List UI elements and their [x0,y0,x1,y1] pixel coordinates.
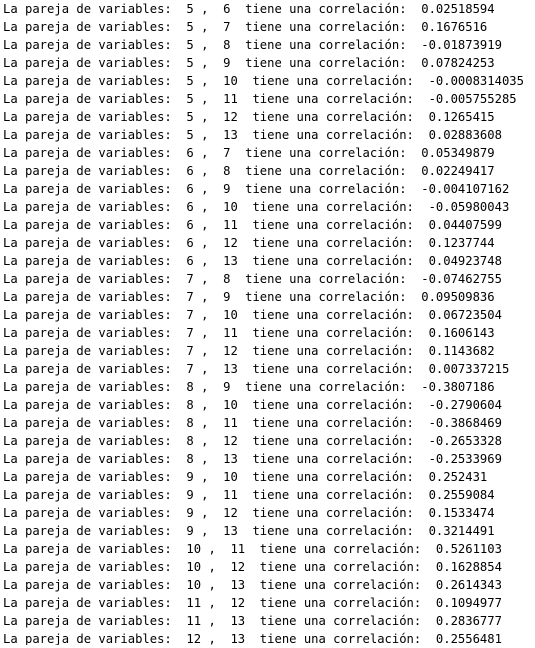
console-line: La pareja de variables: 6 , 11 tiene una… [3,218,502,232]
console-line: La pareja de variables: 9 , 10 tiene una… [3,470,488,484]
console-line: La pareja de variables: 8 , 12 tiene una… [3,434,502,448]
console-line: La pareja de variables: 7 , 13 tiene una… [3,362,510,376]
console-line: La pareja de variables: 5 , 12 tiene una… [3,110,495,124]
console-line: La pareja de variables: 6 , 12 tiene una… [3,236,495,250]
console-line: La pareja de variables: 11 , 13 tiene un… [3,614,502,628]
console-line: La pareja de variables: 7 , 12 tiene una… [3,344,495,358]
console-line: La pareja de variables: 6 , 13 tiene una… [3,254,502,268]
console-line: La pareja de variables: 5 , 11 tiene una… [3,92,517,106]
console-line: La pareja de variables: 7 , 10 tiene una… [3,308,502,322]
console-line: La pareja de variables: 10 , 13 tiene un… [3,578,502,592]
console-line: La pareja de variables: 9 , 13 tiene una… [3,524,495,538]
console-output: La pareja de variables: 5 , 6 tiene una … [0,0,535,648]
console-line: La pareja de variables: 7 , 11 tiene una… [3,326,495,340]
console-line: La pareja de variables: 6 , 10 tiene una… [3,200,510,214]
console-line: La pareja de variables: 5 , 7 tiene una … [3,20,488,34]
console-line: La pareja de variables: 8 , 10 tiene una… [3,398,502,412]
console-line: La pareja de variables: 6 , 9 tiene una … [3,182,510,196]
console-line: La pareja de variables: 8 , 11 tiene una… [3,416,502,430]
console-line: La pareja de variables: 10 , 11 tiene un… [3,542,502,556]
console-line: La pareja de variables: 8 , 9 tiene una … [3,380,495,394]
console-line: La pareja de variables: 5 , 10 tiene una… [3,74,524,88]
console-line: La pareja de variables: 11 , 12 tiene un… [3,596,502,610]
console-line: La pareja de variables: 9 , 11 tiene una… [3,488,495,502]
console-line: La pareja de variables: 7 , 9 tiene una … [3,290,495,304]
console-line: La pareja de variables: 5 , 6 tiene una … [3,2,495,16]
console-line: La pareja de variables: 8 , 13 tiene una… [3,452,502,466]
console-line: La pareja de variables: 5 , 13 tiene una… [3,128,502,142]
console-line: La pareja de variables: 5 , 8 tiene una … [3,38,502,52]
console-line: La pareja de variables: 5 , 9 tiene una … [3,56,495,70]
console-line: La pareja de variables: 10 , 12 tiene un… [3,560,502,574]
console-line: La pareja de variables: 9 , 12 tiene una… [3,506,495,520]
console-line: La pareja de variables: 7 , 8 tiene una … [3,272,502,286]
console-line: La pareja de variables: 6 , 8 tiene una … [3,164,495,178]
console-line: La pareja de variables: 6 , 7 tiene una … [3,146,495,160]
